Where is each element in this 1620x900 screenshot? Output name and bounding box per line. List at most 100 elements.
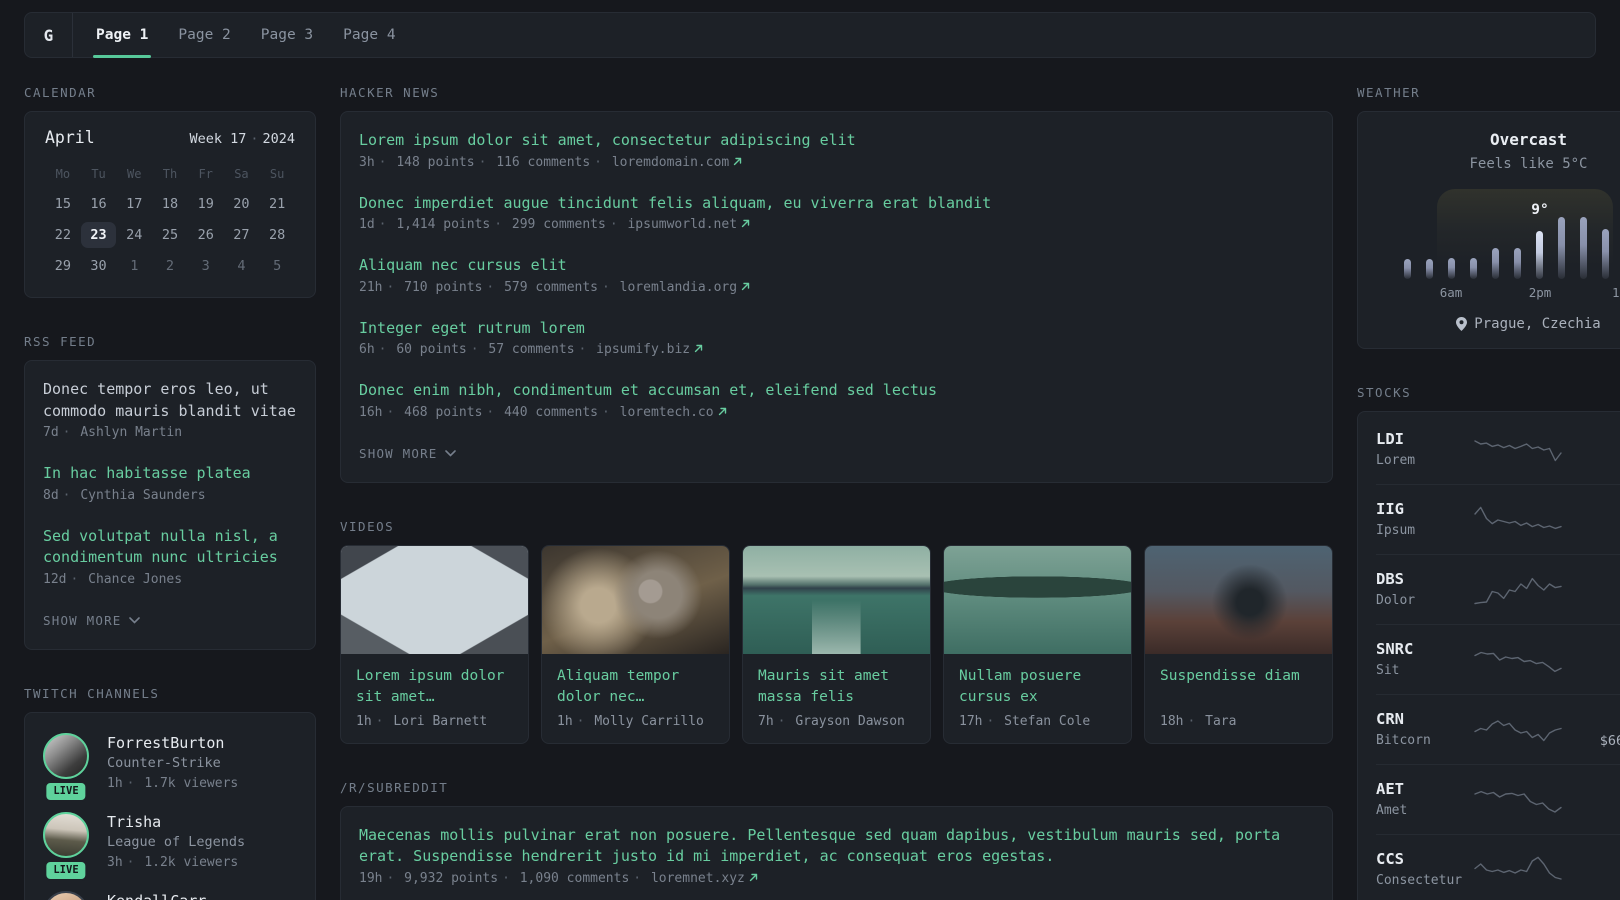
- weather-bar: [1470, 258, 1477, 279]
- post-domain: loremnet.xyz: [650, 870, 745, 886]
- video-age: 18h: [1160, 713, 1184, 729]
- twitch-channel-row[interactable]: LIVE Trisha League of Legends 3h1.2k vie…: [43, 811, 297, 881]
- twitch-channel-name: Trisha: [107, 812, 162, 831]
- rss-item-title[interactable]: Donec tempor eros leo, ut commodo mauris…: [43, 379, 297, 422]
- item-domain: ipsumify.biz: [596, 342, 691, 357]
- rss-item-title[interactable]: Sed volutpat nulla nisl, a condimentum n…: [43, 526, 297, 569]
- video-card[interactable]: Suspendisse diam 18hTara: [1144, 544, 1333, 744]
- twitch-channel-row[interactable]: LIVE ForrestBurton Counter-Strike 1h1.7k…: [43, 732, 297, 802]
- page-tab[interactable]: Page 2: [163, 13, 245, 57]
- page-tab[interactable]: Page 1: [81, 13, 163, 58]
- page-tab[interactable]: Page 4: [328, 13, 410, 57]
- subreddit-post-title[interactable]: Maecenas mollis pulvinar erat non posuer…: [359, 825, 1314, 868]
- hackernews-item: Lorem ipsum dolor sit amet, consectetur …: [359, 130, 1314, 174]
- rss-item-author: Chance Jones: [66, 572, 182, 587]
- item-age: 1d: [359, 217, 375, 232]
- page-tab[interactable]: Page 3: [246, 13, 328, 57]
- item-source-link[interactable]: ipsumify.biz: [575, 342, 704, 357]
- hackernews-items: Lorem ipsum dolor sit amet, consectetur …: [359, 130, 1314, 424]
- stock-row[interactable]: CCS Consectetur +0.51% $165.84: [1376, 834, 1620, 900]
- stock-row[interactable]: CRN Bitcorn -1.00% $66,171.48: [1376, 694, 1620, 764]
- video-card[interactable]: Lorem ipsum dolor sit amet consectetu… 1…: [340, 544, 529, 744]
- video-card[interactable]: Aliquam tempor dolor nec pharetra… 1hMol…: [541, 544, 730, 744]
- separator-dot: ·: [250, 131, 259, 147]
- twitch-channel-row[interactable]: LIVE KendallCarr: [43, 890, 297, 900]
- rss-item-author: Ashlyn Martin: [59, 425, 182, 440]
- item-comments[interactable]: 116 comments: [475, 155, 591, 170]
- rss-item-meta: 12dChance Jones: [43, 569, 297, 591]
- video-age: 7h: [758, 713, 774, 729]
- item-comments[interactable]: 57 comments: [467, 342, 575, 357]
- video-author: Molly Carrillo: [573, 714, 704, 729]
- page-tab-label: Page 3: [260, 27, 314, 43]
- video-card[interactable]: Mauris sit amet massa felis 7hGrayson Da…: [742, 544, 931, 744]
- item-age: 16h: [359, 404, 383, 420]
- calendar-weekday: Th: [162, 167, 178, 181]
- avatar: [43, 732, 89, 779]
- item-source-link[interactable]: loremtech.co: [598, 405, 727, 420]
- rss-item-age: 7d: [43, 425, 59, 440]
- stock-row[interactable]: IIG Ipsum +2.84% $42.04: [1376, 484, 1620, 554]
- item-domain: ipsumworld.net: [627, 217, 738, 232]
- stock-row[interactable]: LDI Lorem +4.35% $795.18: [1376, 415, 1620, 484]
- calendar-weekday-row: Mo Tu We Th Fr Sa Su: [45, 163, 295, 185]
- video-meta: 1hLori Barnett: [356, 714, 513, 729]
- calendar-day: 4: [237, 258, 246, 274]
- item-source-link[interactable]: loremdomain.com: [590, 155, 742, 170]
- stock-sparkline: [1474, 440, 1562, 462]
- weather-time-label: 6am: [1439, 285, 1463, 300]
- rss-item-title[interactable]: In hac habitasse platea: [43, 463, 297, 485]
- video-meta: 7hGrayson Dawson: [758, 714, 915, 729]
- stock-ticker: IIG: [1376, 500, 1404, 518]
- hackernews-show-more-button[interactable]: SHOW MORE: [359, 446, 456, 461]
- calendar-day: 17: [126, 196, 143, 212]
- item-comments[interactable]: 299 comments: [490, 217, 606, 232]
- twitch-avatar-wrap: LIVE: [43, 890, 89, 900]
- hackernews-item-title[interactable]: Donec enim nibh, condimentum et accumsan…: [359, 380, 1314, 402]
- video-author: Lori Barnett: [372, 714, 488, 729]
- rss-widget-label: RSS FEED: [24, 334, 97, 349]
- stock-name: Ipsum: [1376, 523, 1416, 538]
- stock-price: $795.18: [1565, 451, 1620, 471]
- app-logo[interactable]: G: [25, 13, 73, 57]
- calendar-day: 23: [80, 222, 117, 248]
- stock-change-percent: +1.42%: [1565, 569, 1620, 589]
- hackernews-item-title[interactable]: Aliquam nec cursus elit: [359, 255, 1314, 277]
- stock-ticker: LDI: [1376, 430, 1404, 448]
- video-title: Mauris sit amet massa felis: [758, 667, 889, 705]
- location-pin-icon: [1456, 317, 1468, 331]
- item-age: 3h: [359, 154, 375, 170]
- rss-widget: RSS FEED Donec tempor eros leo, ut commo…: [24, 334, 316, 650]
- stock-row[interactable]: SNRC Sit +1.36% $148.64: [1376, 624, 1620, 694]
- stock-ticker: SNRC: [1376, 640, 1414, 658]
- stock-price: $148.64: [1565, 661, 1620, 681]
- stock-name: Sit: [1376, 663, 1400, 678]
- calendar-day: 2: [165, 258, 175, 274]
- rss-show-more-label: SHOW MORE: [43, 612, 122, 628]
- twitch-channel-meta: 1h1.7k viewers: [107, 774, 238, 794]
- rss-show-more-button[interactable]: SHOW MORE: [43, 613, 140, 628]
- post-points: 9,932 points: [382, 871, 498, 886]
- item-comments[interactable]: 579 comments: [482, 280, 598, 295]
- calendar-month: April: [45, 128, 95, 147]
- post-source-link[interactable]: loremnet.xyz: [629, 871, 758, 886]
- hackernews-widget-label: HACKER NEWS: [340, 85, 440, 100]
- item-source-link[interactable]: ipsumworld.net: [606, 217, 750, 232]
- stock-row[interactable]: DBS Dolor +1.42% $156.28: [1376, 554, 1620, 624]
- stock-row[interactable]: AET Amet +0.92% $499.72: [1376, 764, 1620, 834]
- video-author: Tara: [1183, 714, 1236, 729]
- item-source-link[interactable]: loremlandia.org: [598, 280, 750, 295]
- video-thumbnail: [542, 545, 729, 654]
- item-comments[interactable]: 440 comments: [482, 405, 598, 420]
- stock-change-percent: +2.84%: [1565, 499, 1620, 519]
- video-card[interactable]: Nullam posuere cursus ex 17hStefan Cole: [943, 544, 1132, 744]
- weather-time-label: 2pm: [1528, 285, 1552, 300]
- hackernews-item-title[interactable]: Lorem ipsum dolor sit amet, consectetur …: [359, 130, 1314, 152]
- external-link-icon: [749, 873, 758, 881]
- hackernews-item-title[interactable]: Integer eget rutrum lorem: [359, 318, 1314, 340]
- weather-bar: [1492, 248, 1499, 279]
- twitch-channel-name: KendallCarr: [107, 891, 206, 900]
- video-thumbnail: [341, 545, 528, 654]
- post-comments[interactable]: 1,090 comments: [498, 871, 629, 886]
- hackernews-item-title[interactable]: Donec imperdiet augue tincidunt felis al…: [359, 193, 1314, 215]
